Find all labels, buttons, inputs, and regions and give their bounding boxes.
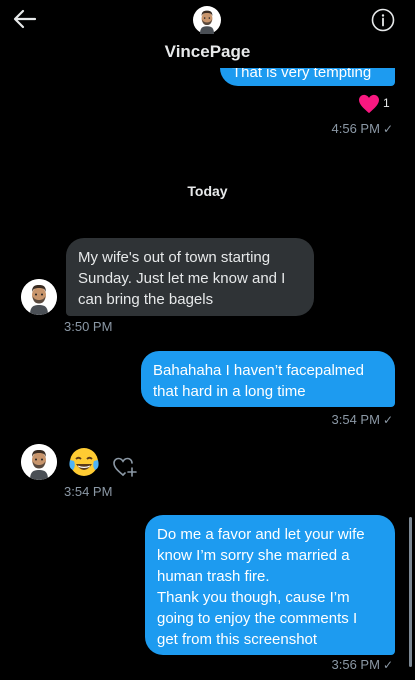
- message-line: Sunday. Just let me know and I: [78, 270, 286, 287]
- reaction-count: 1: [383, 96, 390, 110]
- avatar[interactable]: [21, 444, 57, 480]
- read-check-icon: ✓: [382, 413, 393, 427]
- heart-reaction-icon[interactable]: [358, 94, 380, 114]
- message-line: Thank you though, cause I’m: [157, 589, 350, 606]
- message-line: can bring the bagels: [78, 291, 214, 308]
- timestamp-text: 4:56 PM: [331, 121, 380, 136]
- message-line: My wife's out of town starting: [78, 249, 271, 266]
- contact-name[interactable]: VincePage: [0, 42, 415, 62]
- back-button[interactable]: [10, 6, 40, 32]
- dm-conversation-screen: That is very tempting 1 4:56 PM ✓ Today M…: [0, 0, 415, 680]
- message-line: get from this screenshot: [157, 631, 318, 648]
- avatar[interactable]: [21, 279, 57, 315]
- message-timestamp: 3:50 PM: [64, 319, 113, 334]
- message-bubble-incoming[interactable]: My wife's out of town starting Sunday. J…: [66, 238, 314, 316]
- read-check-icon: ✓: [382, 658, 393, 672]
- message-bubble-outgoing[interactable]: Bahahaha I haven’t facepalmed that hard …: [141, 351, 395, 407]
- memoji-avatar-icon: [193, 6, 221, 34]
- scrollbar[interactable]: [409, 517, 412, 667]
- info-icon[interactable]: [371, 8, 395, 32]
- tears-of-joy-emoji-icon[interactable]: [67, 446, 101, 480]
- conversation-header: VincePage: [0, 0, 415, 68]
- timestamp-text: 3:56 PM: [331, 657, 380, 672]
- message-timestamp: 3:54 PM: [64, 484, 113, 499]
- message-line: going to enjoy the comments I: [157, 610, 358, 627]
- memoji-avatar-icon: [21, 279, 57, 315]
- back-arrow-icon: [13, 9, 37, 29]
- message-bubble-outgoing[interactable]: Do me a favor and let your wife know I’m…: [145, 515, 395, 655]
- day-separator: Today: [187, 183, 228, 199]
- message-line: know I’m sorry she married a: [157, 547, 350, 564]
- message-line: that hard in a long time: [153, 383, 306, 400]
- message-line: Bahahaha I haven’t facepalmed: [153, 362, 364, 379]
- message-line: human trash fire.: [157, 568, 270, 585]
- message-timestamp: 4:56 PM ✓: [280, 121, 393, 136]
- timestamp-text: 3:54 PM: [331, 412, 380, 427]
- contact-avatar[interactable]: [193, 6, 221, 34]
- message-timestamp: 3:54 PM ✓: [280, 412, 393, 427]
- message-timestamp: 3:56 PM ✓: [280, 657, 393, 672]
- add-reaction-heart-plus-icon[interactable]: [112, 455, 138, 479]
- message-line: Do me a favor and let your wife: [157, 526, 365, 543]
- read-check-icon: ✓: [382, 122, 393, 136]
- memoji-avatar-icon: [21, 444, 57, 480]
